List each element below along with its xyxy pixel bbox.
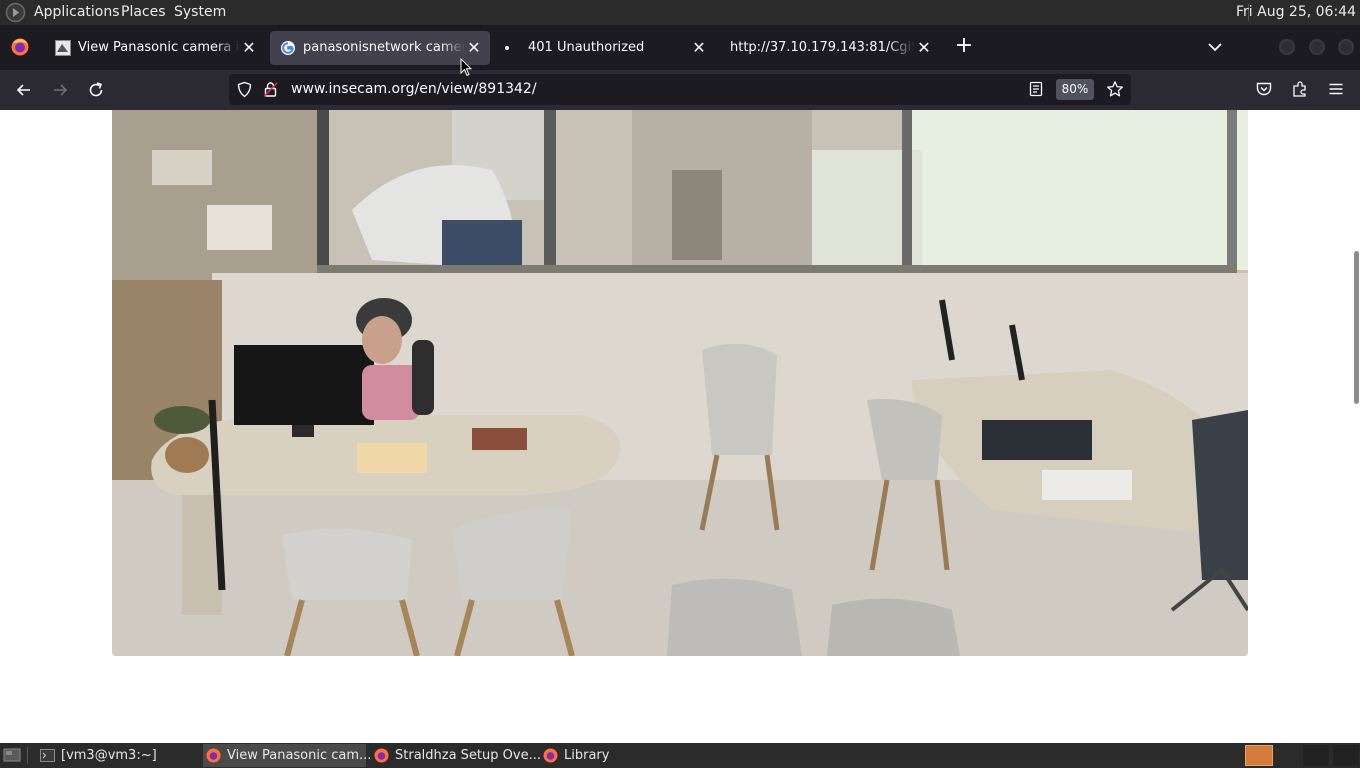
tab-close-icon[interactable]: ✕ bbox=[691, 40, 707, 56]
camera-favicon-icon bbox=[55, 40, 71, 56]
office-camera-scene bbox=[112, 110, 1248, 656]
bookmark-star-icon[interactable] bbox=[1106, 80, 1124, 98]
workspace-switcher-1[interactable] bbox=[1303, 745, 1329, 766]
google-g-icon bbox=[281, 41, 295, 55]
list-all-tabs-chevron-icon[interactable] bbox=[1205, 37, 1225, 57]
taskbar-item-straldhza-setup[interactable]: Straldhza Setup Ove... bbox=[371, 744, 541, 767]
workspace-switcher-2[interactable] bbox=[1333, 745, 1359, 766]
taskbar-item-label: View Panasonic cam... bbox=[227, 748, 372, 763]
zoom-level-button[interactable]: 80% bbox=[1056, 79, 1094, 100]
forward-arrow-icon[interactable] bbox=[50, 80, 70, 100]
bottom-taskbar: [vm3@vm3:~] View Panasonic cam... Strald… bbox=[0, 743, 1360, 768]
taskbar-separator bbox=[27, 747, 28, 764]
applications-logo-icon[interactable] bbox=[5, 2, 26, 23]
new-tab-plus-icon[interactable]: + bbox=[953, 35, 975, 58]
tab-close-icon[interactable]: ✕ bbox=[241, 40, 257, 56]
tab-title: View Panasonic camera in S bbox=[78, 40, 240, 55]
tab-title: http://37.10.179.143:81/CgiStart bbox=[730, 40, 915, 55]
system-menu[interactable]: System bbox=[174, 0, 226, 25]
tracking-protection-shield-icon[interactable] bbox=[236, 81, 253, 98]
terminal-icon bbox=[40, 749, 55, 762]
top-panel: Applications Places System Fri Aug 25, 0… bbox=[0, 0, 1360, 25]
tab-title: panasonisnetwork camera bbox=[303, 40, 465, 55]
taskbar-item-view-panasonic[interactable]: View Panasonic cam... bbox=[203, 744, 371, 767]
firefox-icon bbox=[206, 748, 221, 763]
pocket-icon[interactable] bbox=[1255, 80, 1273, 98]
extensions-puzzle-icon[interactable] bbox=[1291, 80, 1309, 98]
back-arrow-icon[interactable] bbox=[14, 80, 34, 100]
dot-icon bbox=[505, 46, 509, 50]
tab-view-panasonic[interactable]: View Panasonic camera in S ✕ bbox=[45, 31, 265, 65]
tray-firefox-icon[interactable] bbox=[1245, 745, 1273, 766]
tab-401-unauthorized[interactable]: 401 Unauthorized ✕ bbox=[495, 31, 715, 65]
taskbar-item-label: Library bbox=[564, 748, 610, 763]
tab-strip: View Panasonic camera in S ✕ panasonisne… bbox=[0, 25, 1360, 70]
page-content bbox=[0, 110, 1360, 743]
mouse-cursor-icon bbox=[460, 58, 472, 77]
taskbar-item-label: [vm3@vm3:~] bbox=[61, 748, 157, 763]
reader-view-icon[interactable] bbox=[1028, 81, 1044, 97]
clock[interactable]: Fri Aug 25, 06:44 bbox=[1236, 0, 1356, 25]
firefox-icon bbox=[374, 748, 389, 763]
taskbar-item-terminal[interactable]: [vm3@vm3:~] bbox=[38, 744, 198, 767]
taskbar-item-label: Straldhza Setup Ove... bbox=[395, 748, 541, 763]
tab-cgistart[interactable]: http://37.10.179.143:81/CgiStart ✕ bbox=[720, 31, 940, 65]
close-window-button[interactable] bbox=[1338, 39, 1354, 55]
places-menu[interactable]: Places bbox=[121, 0, 166, 25]
taskbar-item-library[interactable]: Library bbox=[540, 744, 640, 767]
url-text[interactable]: www.insecam.org/en/view/891342/ bbox=[291, 74, 537, 105]
insecure-lock-icon[interactable] bbox=[262, 81, 279, 98]
tab-panasonisnetwork-search[interactable]: panasonisnetwork camera ✕ bbox=[270, 31, 490, 65]
tab-close-icon[interactable]: ✕ bbox=[916, 40, 932, 56]
reload-icon[interactable] bbox=[86, 80, 106, 100]
camera-stream-image[interactable] bbox=[112, 110, 1248, 656]
hamburger-menu-icon[interactable] bbox=[1327, 80, 1345, 98]
navigation-toolbar: www.insecam.org/en/view/891342/ 80% bbox=[0, 70, 1360, 110]
applications-menu[interactable]: Applications bbox=[34, 0, 120, 25]
address-bar[interactable]: www.insecam.org/en/view/891342/ 80% bbox=[229, 74, 1131, 105]
page-scrollbar[interactable] bbox=[1354, 251, 1359, 404]
tab-close-icon[interactable]: ✕ bbox=[466, 40, 482, 56]
maximize-window-button[interactable] bbox=[1309, 39, 1325, 55]
firefox-icon bbox=[543, 748, 558, 763]
tab-title: 401 Unauthorized bbox=[528, 40, 645, 55]
firefox-view-icon[interactable] bbox=[10, 37, 30, 57]
show-desktop-icon[interactable] bbox=[3, 747, 21, 763]
minimize-window-button[interactable] bbox=[1279, 39, 1295, 55]
